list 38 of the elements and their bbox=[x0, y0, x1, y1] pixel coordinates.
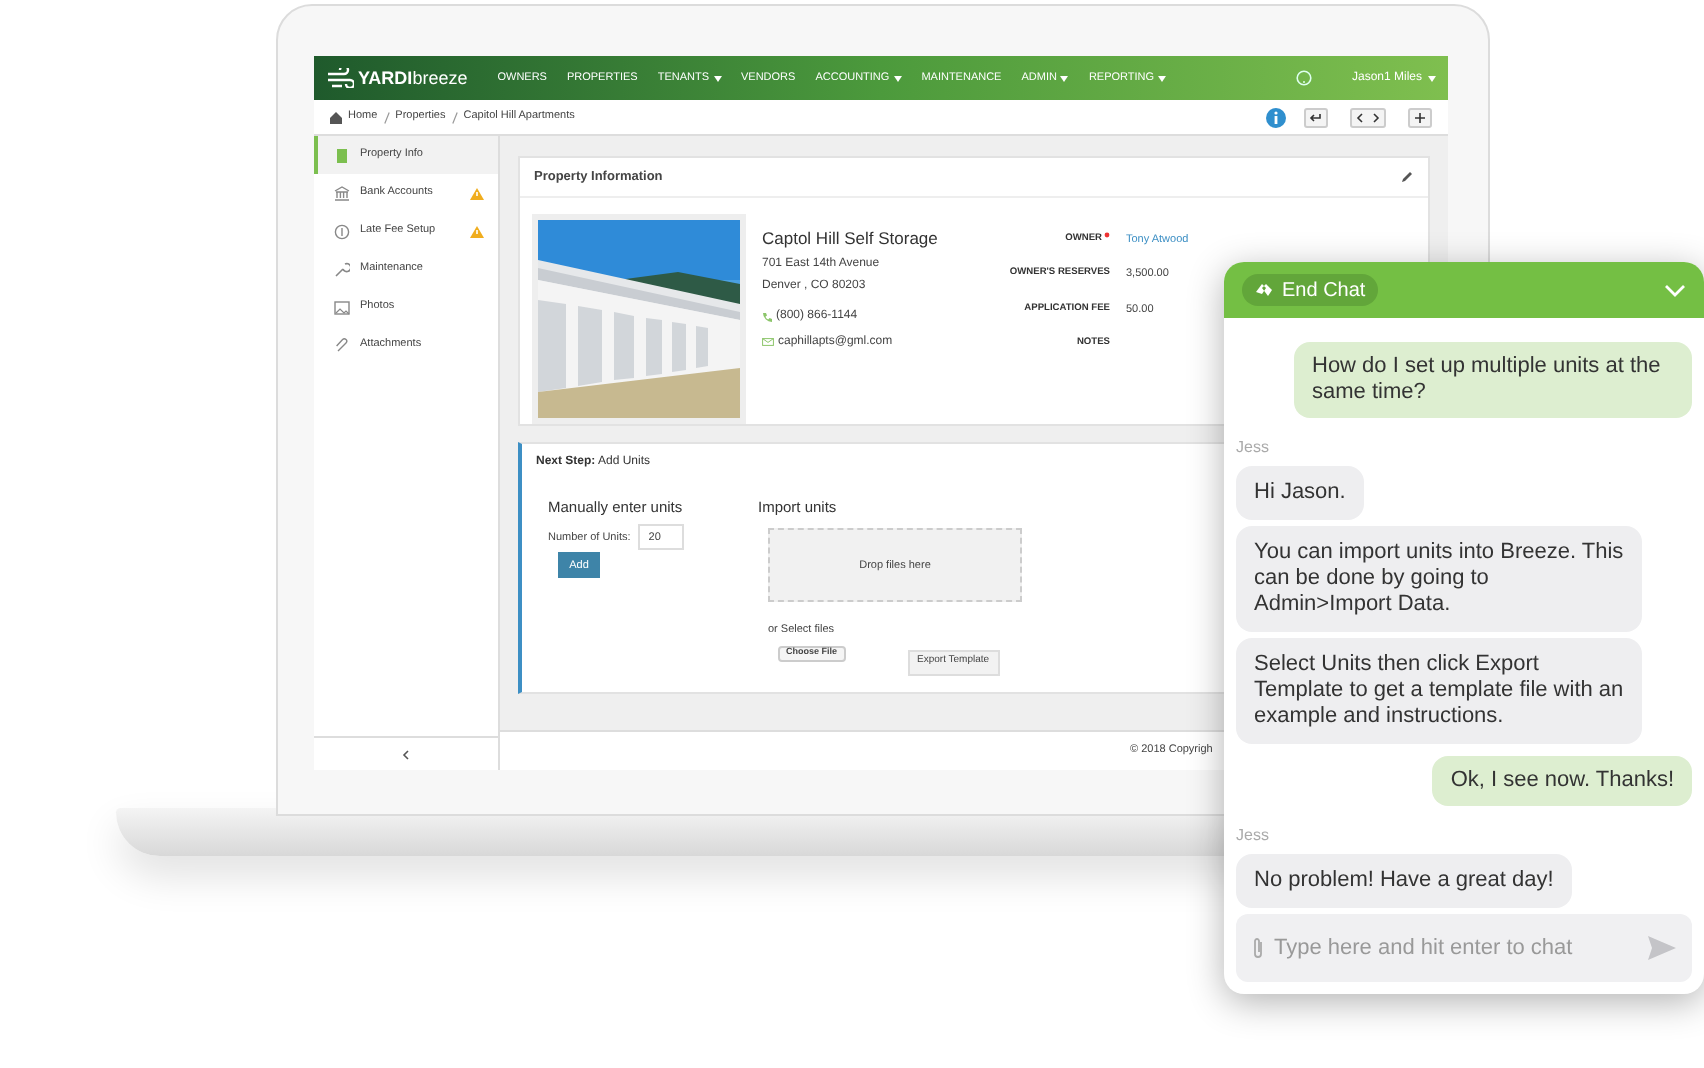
pencil-icon bbox=[1400, 170, 1414, 184]
help-icon bbox=[1295, 70, 1312, 86]
phone-icon bbox=[762, 311, 772, 322]
collapse-icon bbox=[402, 749, 410, 759]
sender-name: Jess bbox=[1236, 436, 1269, 460]
slash-icon bbox=[383, 111, 390, 123]
send-icon bbox=[1648, 936, 1676, 960]
coin-icon bbox=[334, 223, 350, 239]
caret-icon bbox=[1060, 75, 1069, 81]
sender-name: Jess bbox=[1236, 824, 1269, 848]
chevron-down-icon bbox=[1664, 283, 1686, 297]
agent-message: Hi Jason. bbox=[1236, 466, 1364, 520]
user-message: Ok, I see now. Thanks! bbox=[1432, 756, 1692, 806]
plus-icon bbox=[1408, 107, 1432, 127]
paperclip-icon bbox=[1252, 936, 1264, 960]
agent-message: No problem! Have a great day! bbox=[1236, 854, 1572, 908]
warning-icon bbox=[470, 225, 484, 237]
slash-icon bbox=[451, 111, 458, 123]
wind-icon bbox=[326, 68, 354, 88]
message-input[interactable]: Type here and hit enter to chat bbox=[1274, 931, 1638, 965]
caret-icon bbox=[713, 75, 721, 81]
envelope-icon bbox=[762, 338, 774, 347]
caret-icon bbox=[1428, 75, 1436, 81]
home-icon bbox=[330, 111, 342, 123]
info-icon bbox=[1266, 107, 1286, 127]
agent-message: Select Units then click Export Template to get a template file with an example and instructions. bbox=[1236, 638, 1642, 744]
logo: YARDIbreeze bbox=[358, 69, 468, 87]
bank-icon bbox=[334, 185, 350, 201]
user-message: How do I set up multiple units at the same time? bbox=[1294, 342, 1692, 418]
agent-message: You can import units into Breeze. This can be done by going to Admin>Import Data. bbox=[1236, 526, 1642, 632]
property-name: Captol Hill Self Storage bbox=[762, 226, 940, 252]
chat-input-field[interactable]: Type here and hit enter to chat bbox=[1236, 914, 1692, 982]
caret-icon bbox=[893, 75, 902, 81]
warning-icon bbox=[470, 187, 484, 199]
caret-icon bbox=[1158, 75, 1167, 81]
paperclip-icon bbox=[334, 337, 350, 353]
picture-frame-icon bbox=[334, 299, 350, 315]
prev-next-icon bbox=[1350, 107, 1386, 127]
